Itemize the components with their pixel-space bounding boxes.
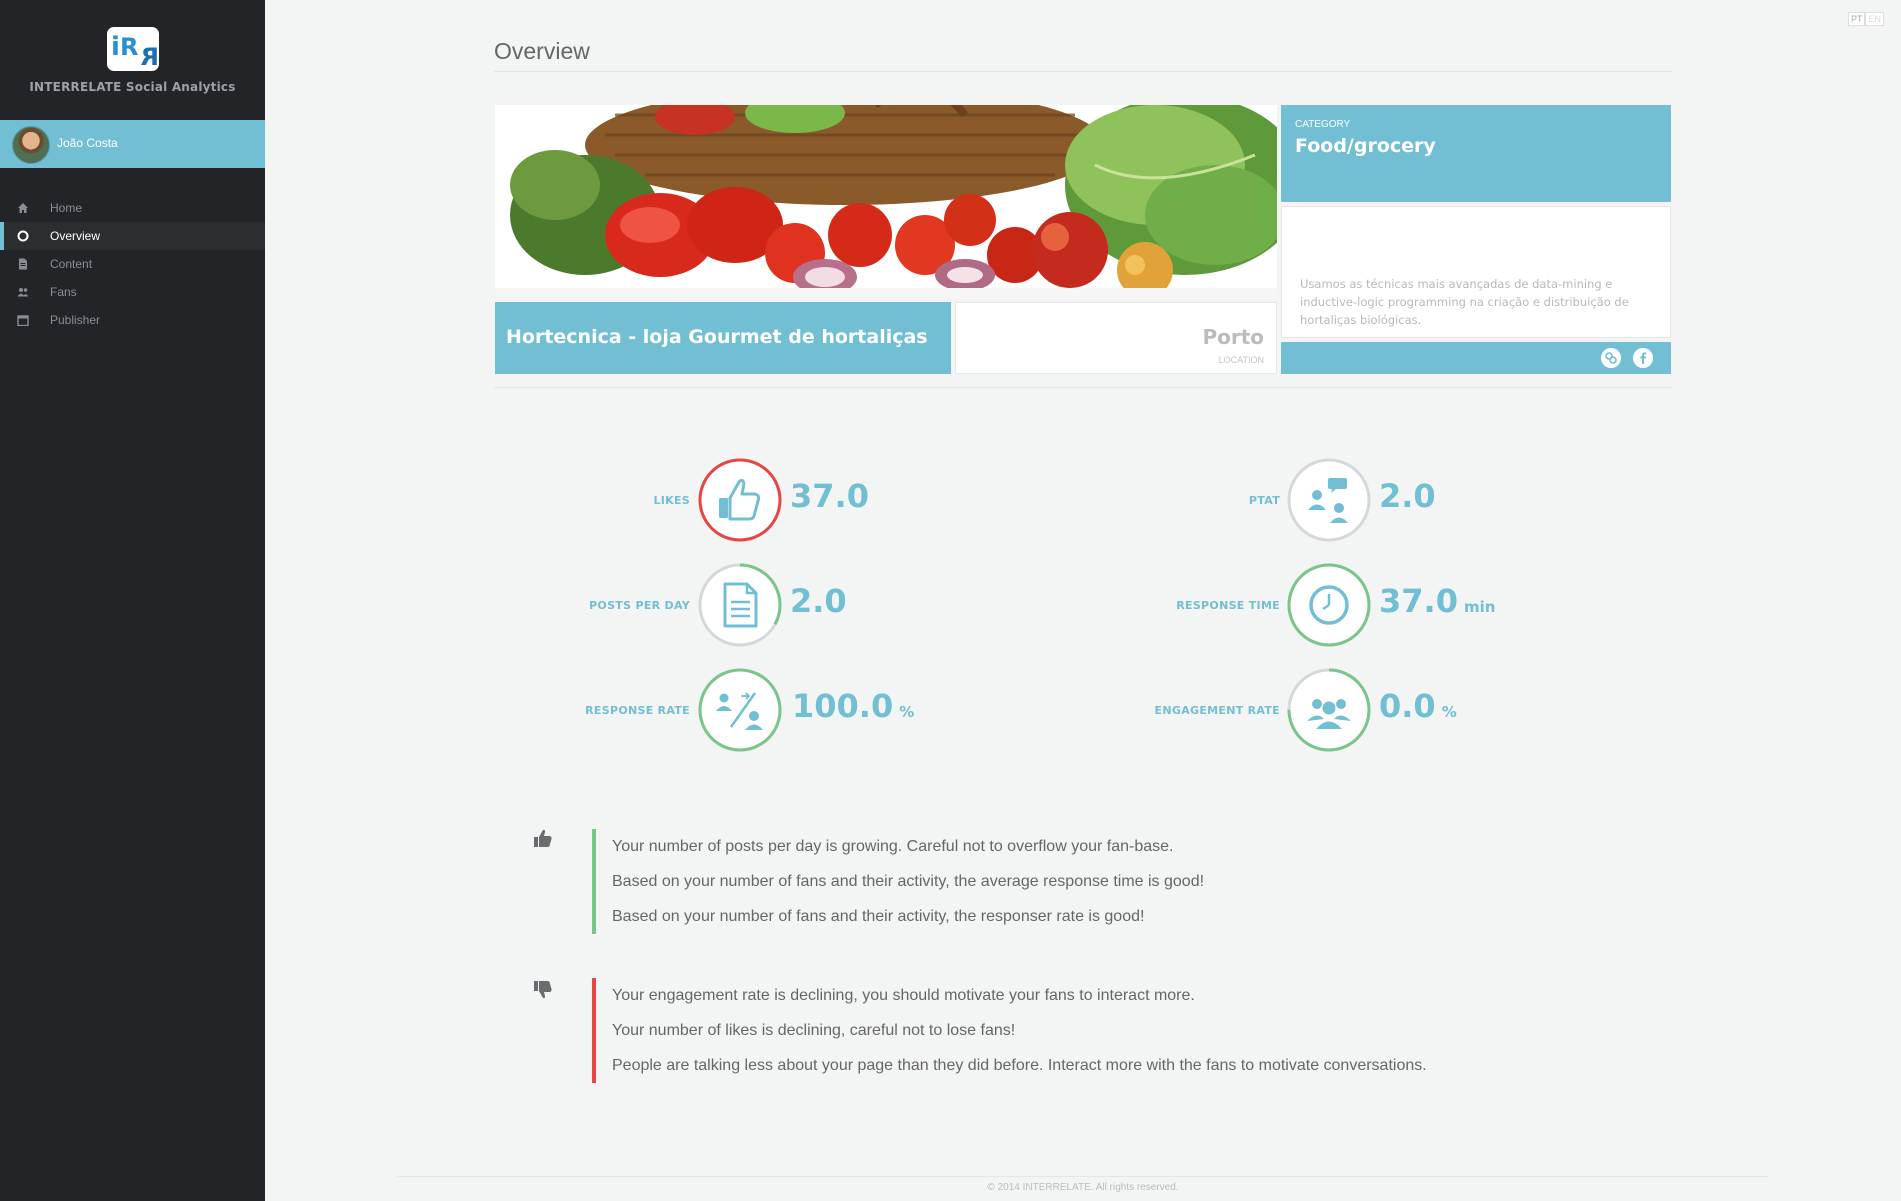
divider bbox=[494, 71, 1672, 72]
cover-image bbox=[495, 105, 1277, 298]
brand-name: INTERRELATE Social Analytics bbox=[29, 80, 236, 94]
likes-label: LIKES bbox=[653, 494, 690, 507]
brand: i R R INTERRELATE Social Analytics bbox=[0, 0, 265, 120]
link-icon[interactable] bbox=[1601, 348, 1621, 368]
sidebar-item-label: Content bbox=[50, 257, 93, 271]
user-name: João Costa bbox=[57, 136, 118, 150]
insight-item: Based on your number of fans and their a… bbox=[612, 908, 1145, 925]
location-value: Porto bbox=[1202, 325, 1264, 349]
home-icon bbox=[18, 203, 28, 213]
sidebar-item-label: Overview bbox=[50, 229, 101, 243]
insight-item: People are talking less about your page … bbox=[612, 1057, 1427, 1074]
sidebar-nav: Home Overview Content Fans Publisher bbox=[0, 194, 265, 334]
document-icon bbox=[19, 258, 27, 270]
description-box: Usamos as técnicas mais avançadas de dat… bbox=[1281, 206, 1671, 338]
insight-item: Your number of posts per day is growing.… bbox=[612, 838, 1174, 855]
page-description: Usamos as técnicas mais avançadas de dat… bbox=[1300, 277, 1629, 327]
social-links-bar bbox=[1281, 342, 1671, 374]
location-label: LOCATION bbox=[1218, 355, 1264, 365]
insight-item: Your number of likes is declining, caref… bbox=[612, 1022, 1016, 1039]
divider bbox=[494, 387, 1672, 388]
language-switcher: PT EN bbox=[1847, 12, 1884, 26]
page-name-banner: Hortecnica - loja Gourmet de hortaliças bbox=[495, 302, 951, 374]
sidebar-item-overview[interactable]: Overview bbox=[0, 222, 265, 250]
ptat-label: PTAT bbox=[1248, 494, 1280, 507]
likes-value: 37.0 bbox=[790, 477, 869, 515]
avatar[interactable] bbox=[12, 126, 50, 164]
page-name: Hortecnica - loja Gourmet de hortaliças bbox=[506, 326, 928, 348]
response-rate-value: 100.0% bbox=[792, 687, 915, 725]
sidebar-item-publisher[interactable]: Publisher bbox=[0, 306, 265, 334]
sidebar: i R R INTERRELATE Social Analytics João … bbox=[0, 0, 265, 1201]
language-pt[interactable]: PT bbox=[1847, 12, 1866, 26]
posts-per-day-ring bbox=[698, 563, 782, 647]
calendar-icon bbox=[17, 315, 29, 326]
posts-per-day-label: POSTS PER DAY bbox=[589, 599, 690, 612]
engagement-rate-value: 0.0% bbox=[1379, 687, 1457, 725]
category-box: CATEGORY Food/grocery bbox=[1281, 105, 1671, 202]
users-icon bbox=[17, 288, 29, 297]
interrelate-logo[interactable]: i R R bbox=[105, 25, 161, 73]
divider bbox=[397, 1176, 1769, 1177]
response-time-ring bbox=[1287, 563, 1371, 647]
insight-item: Your engagement rate is declining, you s… bbox=[612, 987, 1195, 1004]
circle-icon bbox=[17, 230, 29, 242]
user-bar[interactable]: João Costa bbox=[0, 120, 265, 168]
positive-insights: Your number of posts per day is growing.… bbox=[592, 829, 1496, 934]
svg-text:i: i bbox=[111, 32, 120, 62]
engagement-rate-label: ENGAGEMENT RATE bbox=[1154, 704, 1280, 717]
sidebar-item-label: Publisher bbox=[50, 313, 101, 327]
insight-item: Based on your number of fans and their a… bbox=[612, 873, 1205, 890]
response-time-value: 37.0 min bbox=[1379, 582, 1496, 620]
response-rate-label: RESPONSE RATE bbox=[585, 704, 690, 717]
svg-text:R: R bbox=[120, 33, 138, 61]
thumbs-up-icon bbox=[534, 829, 552, 847]
likes-ring bbox=[698, 458, 782, 542]
sidebar-item-content[interactable]: Content bbox=[0, 250, 265, 278]
footer-copyright: © 2014 INTERRELATE. All rights reserved. bbox=[987, 1182, 1179, 1193]
response-rate-ring bbox=[698, 668, 782, 752]
sidebar-item-home[interactable]: Home bbox=[0, 194, 265, 222]
ptat-ring bbox=[1287, 458, 1371, 542]
page-title: Overview bbox=[494, 38, 590, 64]
svg-text:R: R bbox=[141, 43, 159, 71]
language-en[interactable]: EN bbox=[1865, 12, 1884, 26]
category-value: Food/grocery bbox=[1295, 135, 1436, 157]
negative-insights: Your engagement rate is declining, you s… bbox=[592, 978, 1496, 1083]
sidebar-item-label: Home bbox=[50, 201, 83, 215]
facebook-icon[interactable] bbox=[1633, 348, 1653, 368]
sidebar-item-fans[interactable]: Fans bbox=[0, 278, 265, 306]
category-label: CATEGORY bbox=[1295, 119, 1351, 130]
location-box: Porto LOCATION bbox=[955, 302, 1277, 374]
thumbs-down-icon bbox=[534, 981, 552, 999]
response-time-label: RESPONSE TIME bbox=[1176, 599, 1280, 612]
engagement-rate-ring bbox=[1287, 668, 1371, 752]
posts-per-day-value: 2.0 bbox=[790, 582, 847, 620]
sidebar-item-label: Fans bbox=[50, 285, 77, 299]
ptat-value: 2.0 bbox=[1379, 477, 1436, 515]
